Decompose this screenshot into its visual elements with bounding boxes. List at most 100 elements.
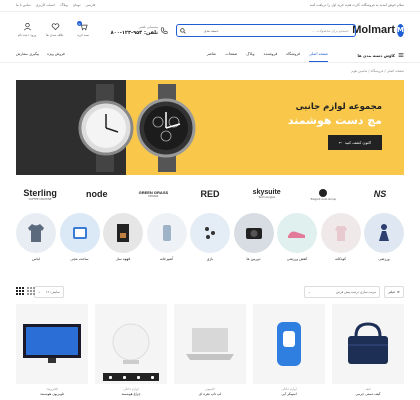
arrow-left-icon: ← bbox=[338, 140, 342, 145]
kitchen-icon bbox=[162, 225, 171, 241]
phone-number[interactable]: تلفن: ۹۵۴-۱۲۳-۸۰۰ bbox=[111, 30, 158, 36]
lamp-image bbox=[112, 323, 150, 364]
language-select[interactable]: فارسی bbox=[86, 3, 96, 7]
nav-item-vendor[interactable]: فروشنده bbox=[264, 52, 278, 62]
search-bar[interactable]: جستجو برای محصولات ... دسته بندی bbox=[176, 24, 356, 37]
main-nav: کاوش دسته بندی ها صفحه اصلی فروشگاه فروش… bbox=[0, 47, 420, 63]
all-categories-button[interactable]: کاوش دسته بندی ها bbox=[358, 50, 404, 60]
brand-red-logo[interactable]: RED bbox=[186, 183, 234, 205]
category-item[interactable]: دوربین ها bbox=[233, 213, 274, 271]
category-item[interactable]: کودکانه bbox=[320, 213, 361, 271]
product-card[interactable]: لوازم خانگی چراغ هوشمند bbox=[95, 304, 167, 400]
nav-item-pages[interactable]: صفحات bbox=[225, 52, 237, 62]
hero-cta-button[interactable]: اکنون کشف کنید ← bbox=[328, 135, 382, 150]
category-item[interactable]: بازی bbox=[190, 213, 230, 271]
category-item[interactable]: کفش ورزشی bbox=[277, 213, 317, 271]
camera-icon bbox=[245, 228, 262, 239]
product-actions bbox=[103, 373, 159, 381]
brand-node-logo[interactable]: node bbox=[73, 183, 121, 205]
special-sale-link[interactable]: فروش ویژه bbox=[47, 52, 65, 56]
product-image[interactable] bbox=[253, 304, 325, 384]
laptop-image bbox=[186, 328, 234, 360]
product-image[interactable] bbox=[174, 304, 246, 384]
product-name[interactable]: کیف دستی چرمی bbox=[332, 392, 404, 396]
product-card[interactable]: الکترونیک تلویزیون هوشمند bbox=[16, 304, 88, 400]
product-name[interactable]: تلویزیون هوشمند bbox=[16, 392, 88, 396]
filter-label: فیلتر bbox=[388, 290, 395, 294]
nav-item-blog[interactable]: وبلاگ bbox=[246, 52, 254, 62]
category-item[interactable]: آشپزخانه bbox=[146, 213, 187, 271]
welcome-message: سلام خوش آمدید به فروشگاه، کارت هدیه خری… bbox=[309, 3, 404, 7]
top-link-contact[interactable]: تماس با ما bbox=[16, 3, 31, 7]
all-categories-label: کاوش دسته بندی ها bbox=[357, 52, 395, 58]
shirt-icon bbox=[28, 224, 44, 242]
search-category-select[interactable]: دسته بندی bbox=[191, 29, 231, 33]
site-logo[interactable]: M Molmart bbox=[352, 22, 404, 38]
brand-skysuite-logo[interactable]: skysuite Technologies bbox=[243, 183, 291, 205]
logo-mark-icon: M bbox=[397, 23, 404, 37]
top-link-blog[interactable]: وبلاگ bbox=[60, 3, 67, 7]
chevron-down-icon: ⌄ bbox=[308, 290, 311, 294]
product-image[interactable] bbox=[332, 304, 404, 384]
view-toggle bbox=[16, 287, 35, 295]
heart-icon[interactable] bbox=[136, 375, 140, 379]
phone-icon bbox=[160, 27, 168, 34]
nav-item-shop[interactable]: فروشگاه bbox=[286, 52, 300, 62]
brand-sterling-logo[interactable]: Sterling COFFEE MACHINE bbox=[16, 183, 64, 205]
tv-image bbox=[23, 324, 81, 363]
brand-greengrass-logo[interactable]: GREEN GRASS DESIGN bbox=[129, 183, 177, 205]
search-icon bbox=[180, 27, 186, 34]
nav-item-elements[interactable]: عناصر bbox=[207, 52, 217, 62]
sports-icon bbox=[379, 224, 389, 241]
category-item[interactable]: قهوه ساز bbox=[103, 213, 143, 271]
brand-ns-logo[interactable]: NS bbox=[356, 183, 404, 205]
filter-button[interactable]: ≡ فیلتر bbox=[384, 286, 404, 298]
brand-elegant-auto-logo[interactable]: Elegant Auto Group bbox=[299, 183, 347, 205]
bag-image bbox=[348, 322, 388, 364]
product-image[interactable] bbox=[95, 304, 167, 384]
wishlist-label: علاقه مندی ها bbox=[46, 33, 64, 37]
hero-cta-label: اکنون کشف کنید bbox=[344, 140, 372, 145]
category-item[interactable]: لباس bbox=[16, 213, 56, 271]
list-view-icon[interactable] bbox=[27, 287, 35, 295]
quick-view-icon[interactable] bbox=[108, 375, 112, 379]
product-card[interactable]: لوازم خانگی اسپیکر آبی bbox=[253, 304, 325, 400]
coffee-machine-icon bbox=[117, 224, 129, 242]
product-category[interactable]: الکترونیک bbox=[16, 387, 88, 391]
cart-label: سبد خرید bbox=[77, 33, 89, 37]
product-category[interactable]: کیف bbox=[332, 387, 404, 391]
product-name[interactable]: لپ تاپ نقره ای bbox=[174, 392, 246, 396]
nav-item-home[interactable]: صفحه اصلی bbox=[309, 52, 328, 62]
search-button[interactable] bbox=[178, 26, 188, 35]
product-category[interactable]: لوازم خانگی bbox=[253, 387, 325, 391]
show-count-select[interactable]: نمایش: ۱۲ ⌄ bbox=[34, 286, 64, 298]
category-item[interactable]: ساعت مچی bbox=[59, 213, 100, 271]
cart-icon[interactable] bbox=[150, 375, 154, 379]
currency-select[interactable]: تومان bbox=[73, 3, 81, 7]
game-icon bbox=[205, 227, 215, 239]
search-input[interactable]: جستجو برای محصولات ... bbox=[312, 29, 349, 33]
breadcrumb: صفحه اصلی / فروشگاه / ماشین هوم bbox=[351, 69, 404, 73]
track-order-link[interactable]: پیگیری سفارش bbox=[16, 52, 39, 56]
nav-right-links: پیگیری سفارش فروش ویژه bbox=[16, 52, 65, 56]
top-links: تماس با ما حساب کاربری وبلاگ تومان فارسی bbox=[16, 3, 95, 7]
brand-logos: Sterling COFFEE MACHINE node GREEN GRASS D… bbox=[16, 182, 404, 206]
product-name[interactable]: چراغ هوشمند bbox=[95, 392, 167, 396]
product-card[interactable]: کامپیوتر لپ تاپ نقره ای bbox=[174, 304, 246, 400]
cart-button[interactable]: 0 سبد خرید bbox=[72, 21, 94, 40]
product-image[interactable] bbox=[16, 304, 88, 384]
wishlist-button[interactable]: علاقه مندی ها bbox=[44, 22, 66, 40]
product-card[interactable]: کیف کیف دستی چرمی bbox=[332, 304, 404, 400]
product-category[interactable]: لوازم خانگی bbox=[95, 387, 167, 391]
sort-select[interactable]: مرتب سازی ترتیب پیش فرض ⌄ bbox=[304, 286, 380, 298]
top-link-account[interactable]: حساب کاربری bbox=[36, 3, 56, 7]
compare-icon[interactable] bbox=[122, 375, 126, 379]
category-item[interactable]: ورزشی bbox=[364, 213, 404, 271]
product-name[interactable]: اسپیکر آبی bbox=[253, 392, 325, 396]
user-icon bbox=[23, 22, 31, 31]
product-category[interactable]: کامپیوتر bbox=[174, 387, 246, 391]
header-actions: ورود / ثبت نام علاقه مندی ها 0 سبد خرید bbox=[16, 21, 108, 40]
account-button[interactable]: ورود / ثبت نام bbox=[16, 22, 38, 40]
logo-text: Molmart bbox=[352, 24, 396, 36]
grid-view-icon[interactable] bbox=[16, 287, 24, 295]
